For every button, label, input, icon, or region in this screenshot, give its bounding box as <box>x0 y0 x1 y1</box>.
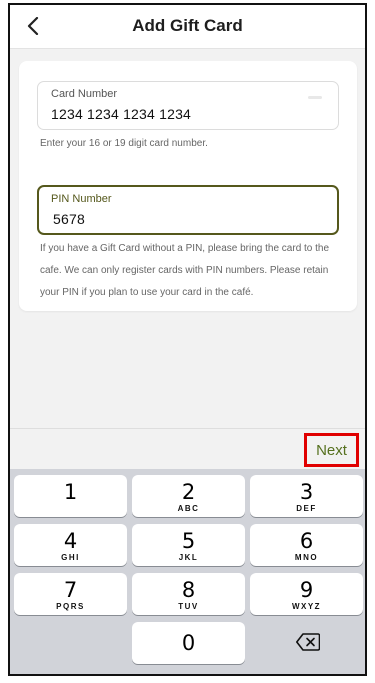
card-number-value[interactable]: 1234 1234 1234 1234 <box>51 106 191 122</box>
backspace-icon <box>295 633 320 651</box>
pin-label: PIN Number <box>51 193 112 205</box>
page-title: Add Gift Card <box>132 16 243 35</box>
key-letters: ABC <box>177 504 200 513</box>
key-digit: 3 <box>299 480 314 504</box>
key-letters: TUV <box>178 602 199 611</box>
key-1[interactable]: 1 <box>14 475 127 517</box>
key-4[interactable]: 4 GHI <box>14 524 127 566</box>
next-button[interactable]: Next <box>304 433 359 467</box>
card-number-helper: Enter your 16 or 19 digit card number. <box>40 138 208 149</box>
key-digit: 5 <box>181 529 196 553</box>
key-digit: 4 <box>63 529 78 553</box>
field-handle <box>308 96 322 99</box>
screen-frame: Add Gift Card Card Number 1234 1234 1234… <box>8 3 367 676</box>
key-letters: PQRS <box>56 602 85 611</box>
key-3[interactable]: 3 DEF <box>250 475 363 517</box>
key-letters: GHI <box>61 553 80 562</box>
key-5[interactable]: 5 JKL <box>132 524 245 566</box>
key-6[interactable]: 6 MNO <box>250 524 363 566</box>
key-letters: DEF <box>296 504 317 513</box>
card-number-label: Card Number <box>51 88 118 100</box>
content-area: Card Number 1234 1234 1234 1234 Enter yo… <box>10 50 365 428</box>
key-digit: 8 <box>181 578 196 602</box>
gift-card-form: Card Number 1234 1234 1234 1234 Enter yo… <box>19 61 357 311</box>
pin-field[interactable]: PIN Number 5678 <box>37 185 339 235</box>
key-digit: 1 <box>63 480 78 504</box>
key-8[interactable]: 8 TUV <box>132 573 245 615</box>
key-letters: JKL <box>178 553 199 562</box>
keyboard-accessory-bar: Next <box>10 428 365 469</box>
key-letters: WXYZ <box>291 602 322 611</box>
key-digit: 2 <box>181 480 196 504</box>
key-7[interactable]: 7 PQRS <box>14 573 127 615</box>
key-letters: MNO <box>294 553 319 562</box>
key-2[interactable]: 2 ABC <box>132 475 245 517</box>
key-digit: 6 <box>299 529 314 553</box>
key-digit: 7 <box>63 578 78 602</box>
card-number-field[interactable]: Card Number 1234 1234 1234 1234 <box>37 81 339 130</box>
pin-value[interactable]: 5678 <box>53 211 85 227</box>
numeric-keypad: 1 2 ABC 3 DEF 4 GHI 5 JKL 6 MNO 7 PQRS 8 <box>10 469 365 674</box>
key-9[interactable]: 9 WXYZ <box>250 573 363 615</box>
key-0[interactable]: 0 <box>132 622 245 664</box>
pin-note: If you have a Gift Card without a PIN, p… <box>40 243 330 298</box>
header-bar: Add Gift Card <box>10 5 365 49</box>
key-digit: 0 <box>181 631 196 655</box>
delete-key[interactable] <box>251 621 364 663</box>
key-digit: 9 <box>299 578 314 602</box>
